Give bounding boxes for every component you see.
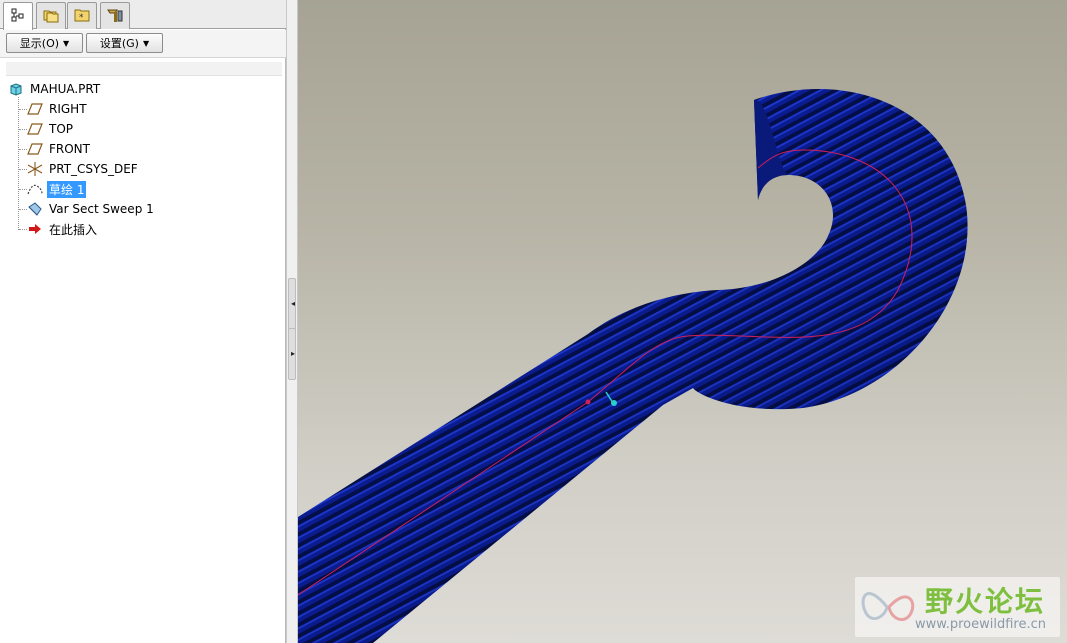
display-dropdown-button[interactable]: 显示(O) ▼ bbox=[6, 33, 83, 53]
graphics-window[interactable] bbox=[298, 0, 1067, 643]
tree-root-part[interactable]: MAHUA.PRT bbox=[7, 80, 102, 98]
navigator-button-bar: 显示(O) ▼ 设置(G) ▼ bbox=[0, 30, 286, 58]
model-tree-tab[interactable] bbox=[3, 2, 33, 30]
favorites-folder-icon: * bbox=[73, 7, 91, 26]
tree-item-right-plane[interactable]: RIGHT bbox=[26, 100, 89, 118]
datum-plane-icon bbox=[26, 101, 44, 117]
tools-icon bbox=[106, 7, 124, 26]
connections-tab[interactable] bbox=[100, 2, 130, 29]
tree-column-header bbox=[6, 62, 282, 76]
coordinate-system-icon bbox=[26, 161, 44, 177]
tree-item-var-sect-sweep[interactable]: Var Sect Sweep 1 bbox=[26, 200, 156, 218]
folder-stack-icon bbox=[42, 7, 60, 26]
chevron-down-icon: ▼ bbox=[142, 38, 150, 48]
tree-item-sketch[interactable]: 草绘 1 bbox=[26, 180, 87, 198]
tree-connector-line bbox=[18, 97, 19, 230]
watermark-title: 野火论坛 bbox=[925, 585, 1046, 618]
tree-item-label: FRONT bbox=[49, 142, 90, 156]
expand-browser-handle[interactable]: ▸ bbox=[288, 328, 296, 380]
tree-item-front-plane[interactable]: FRONT bbox=[26, 140, 92, 158]
tree-item-label: PRT_CSYS_DEF bbox=[49, 162, 138, 176]
folder-browser-tab[interactable] bbox=[36, 2, 66, 29]
chevron-left-icon: ◂ bbox=[291, 299, 296, 308]
settings-dropdown-button[interactable]: 设置(G) ▼ bbox=[86, 33, 163, 53]
display-button-label: 显示(O) bbox=[19, 37, 60, 50]
forum-watermark: 野火论坛 www.proewildfire.cn bbox=[855, 577, 1060, 637]
svg-text:*: * bbox=[79, 13, 84, 23]
navigator-tab-strip: * bbox=[0, 0, 286, 30]
tree-item-label: 在此插入 bbox=[49, 222, 98, 237]
tree-item-insert-here[interactable]: 在此插入 bbox=[26, 220, 99, 238]
part-icon bbox=[7, 81, 25, 97]
favorites-tab[interactable]: * bbox=[67, 2, 97, 29]
model-navigator-panel: * 显示(O) ▼ 设置(G) ▼ MAHUA.PRT RIGHT TOP FR… bbox=[0, 0, 286, 643]
collapse-navigator-handle[interactable]: ◂ bbox=[288, 278, 296, 330]
datum-plane-icon bbox=[26, 141, 44, 157]
chevron-right-icon: ▸ bbox=[291, 349, 296, 358]
sweep-shading bbox=[298, 89, 968, 643]
tree-root-label: MAHUA.PRT bbox=[30, 82, 101, 96]
tree-item-label: TOP bbox=[49, 122, 74, 136]
tree-item-top-plane[interactable]: TOP bbox=[26, 120, 75, 138]
panel-splitter[interactable]: ◂ ▸ bbox=[286, 0, 298, 643]
settings-button-label: 设置(G) bbox=[99, 37, 139, 50]
origin-point bbox=[611, 400, 617, 406]
model-tree-icon bbox=[10, 7, 26, 26]
tree-item-label: RIGHT bbox=[49, 102, 87, 116]
sketch-icon bbox=[26, 181, 44, 197]
watermark-url: www.proewildfire.cn bbox=[915, 617, 1046, 632]
sweep-model-render bbox=[298, 89, 968, 643]
tree-item-csys[interactable]: PRT_CSYS_DEF bbox=[26, 160, 140, 178]
tree-item-label: Var Sect Sweep 1 bbox=[49, 202, 154, 216]
tree-item-label-selected: 草绘 1 bbox=[47, 180, 87, 198]
trajectory-start-point bbox=[585, 399, 591, 405]
datum-plane-icon bbox=[26, 121, 44, 137]
insert-here-arrow-icon bbox=[26, 221, 44, 237]
sweep-feature-icon bbox=[26, 201, 44, 217]
chevron-down-icon: ▼ bbox=[63, 38, 70, 48]
butterfly-logo-icon bbox=[861, 592, 915, 622]
